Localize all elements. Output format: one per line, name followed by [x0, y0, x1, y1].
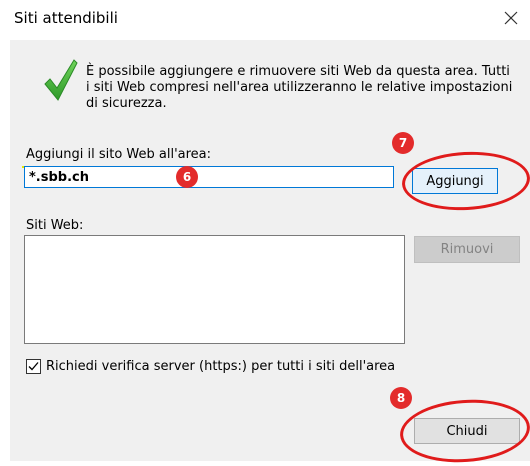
https-checkbox-label: Richiedi verifica server (https:) per tu…: [46, 359, 396, 374]
step-badge-8: 8: [390, 387, 412, 409]
trusted-sites-dialog: Siti attendibili È possibile aggiungere …: [0, 0, 530, 466]
title-bar: Siti attendibili: [0, 0, 530, 36]
close-icon: [504, 11, 518, 25]
step-badge-7: 7: [392, 132, 414, 154]
info-line: di sicurezza.: [86, 96, 167, 111]
info-line: i siti Web compresi nell'area utilizzera…: [86, 80, 513, 95]
step-badge-6: 6: [176, 166, 198, 188]
info-text: È possibile aggiungere e rimuovere siti …: [86, 64, 516, 112]
checkbox-check-icon: [28, 362, 39, 371]
checkmark-icon: [44, 59, 78, 101]
info-line: È possibile aggiungere e rimuovere siti …: [86, 64, 510, 79]
https-checkbox[interactable]: [26, 359, 41, 374]
websites-list[interactable]: [24, 235, 405, 344]
add-site-label: Aggiungi il sito Web all'area:: [26, 147, 212, 162]
close-window-button[interactable]: [496, 4, 526, 32]
websites-label: Siti Web:: [26, 218, 84, 233]
https-verification-row[interactable]: Richiedi verifica server (https:) per tu…: [26, 359, 395, 374]
dialog-title: Siti attendibili: [14, 9, 118, 27]
remove-button[interactable]: Rimuovi: [414, 236, 520, 263]
site-url-input[interactable]: [24, 166, 394, 188]
